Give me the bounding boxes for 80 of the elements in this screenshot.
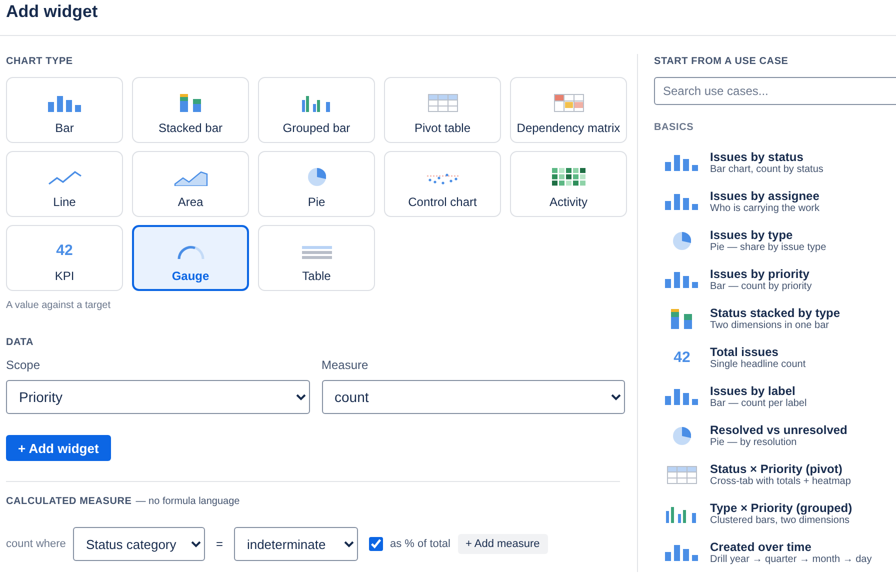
grouped-bar-icon	[666, 504, 698, 522]
line-chart-icon	[48, 170, 82, 186]
use-case-title[interactable]: Issues by type	[710, 228, 826, 242]
chart-type-tile[interactable]: Dependency matrix	[510, 77, 627, 143]
use-case-description: Bar — count by priority	[710, 280, 812, 292]
chart-type-tile[interactable]: Grouped bar	[258, 77, 375, 143]
pie-chart-icon	[673, 232, 691, 250]
use-case-description: Single headline count	[710, 358, 806, 370]
use-case-description: Bar chart, count by status	[710, 164, 824, 176]
kpi-number: 42	[56, 242, 73, 260]
use-case-title[interactable]: Status × Priority (pivot)	[710, 462, 851, 476]
bar-chart-icon	[665, 193, 699, 210]
use-case-title[interactable]: Issues by status	[710, 150, 824, 164]
measure-dropdown[interactable]: count	[322, 380, 625, 414]
dialog-title: Add widget	[0, 0, 896, 36]
value-dropdown[interactable]: indeterminate	[234, 527, 358, 561]
bar-chart-icon	[665, 388, 699, 405]
heatmap-icon	[552, 168, 586, 186]
scope-dropdown[interactable]: Priority	[6, 380, 310, 414]
chart-type-tile[interactable]: Bar	[6, 77, 123, 143]
use-case-title[interactable]: Issues by assignee	[710, 188, 820, 202]
grouped-bar-icon	[302, 94, 332, 112]
group-heading: BASICS	[654, 122, 695, 133]
use-case-description: Cross-tab with totals + heatmap	[710, 476, 851, 488]
table-icon	[667, 466, 697, 484]
use-case-description: Two dimensions in one bar	[710, 320, 829, 332]
field-dropdown[interactable]: Status category	[72, 527, 205, 561]
percent-checkbox[interactable]	[368, 537, 383, 551]
chart-type-tile[interactable]: Table	[258, 225, 375, 291]
kpi-number: 42	[674, 348, 690, 366]
chart-type-tile[interactable]: Gauge	[132, 225, 249, 291]
section-heading: DATA	[6, 337, 34, 348]
matrix-icon	[554, 94, 584, 112]
field-label: Scope	[6, 358, 42, 372]
chart-type-tile[interactable]: Pie	[258, 151, 375, 217]
bar-chart-icon	[665, 271, 699, 288]
chart-type-hint: A value against a target	[6, 300, 112, 311]
search-field[interactable]: Search use cases...	[654, 77, 896, 105]
use-case-title[interactable]: Issues by priority	[710, 266, 812, 280]
pie-chart-icon	[308, 168, 326, 186]
section-heading: CALCULATED MEASURE	[6, 496, 132, 507]
use-case-description: Pie — share by issue type	[710, 242, 826, 254]
table-icon	[428, 94, 458, 112]
use-case-description: Who is carrying the work	[710, 202, 820, 214]
operator: =	[216, 537, 223, 551]
stacked-bar-icon	[671, 308, 693, 328]
area-chart-icon	[174, 170, 208, 186]
field-label: Measure	[322, 358, 370, 372]
use-case-title[interactable]: Status stacked by type	[710, 306, 840, 320]
use-case-description: Clustered bars, two dimensions	[710, 514, 851, 526]
scatter-chart-icon	[426, 172, 458, 186]
use-case-description: Pie — by resolution	[710, 436, 798, 448]
add-measure-button[interactable]: + Add measure	[458, 534, 548, 554]
use-case-title[interactable]: Issues by label	[710, 384, 807, 398]
chart-type-tile[interactable]: Area	[132, 151, 249, 217]
stacked-bar-icon	[180, 94, 202, 112]
add-widget-button[interactable]: + Add widget	[6, 435, 111, 461]
table-icon	[302, 246, 332, 260]
use-case-description: Bar — count per label	[710, 398, 807, 410]
chart-type-tile[interactable]: Activity	[510, 151, 627, 217]
formula-prefix: count where	[6, 538, 66, 550]
section-heading: CHART TYPE	[6, 56, 74, 67]
chart-type-tile[interactable]: 42 KPI	[6, 225, 123, 291]
use-case-title[interactable]: Created over time	[710, 540, 872, 554]
chart-type-tile[interactable]: Pivot table	[384, 77, 501, 143]
section-heading: START FROM A USE CASE	[654, 56, 790, 67]
use-case-title[interactable]: Type × Priority (grouped)	[710, 500, 852, 514]
bar-chart-icon	[665, 544, 699, 561]
pie-chart-icon	[673, 426, 691, 444]
section-note: — no formula language	[136, 496, 240, 507]
chart-type-tile[interactable]: Control chart	[384, 151, 501, 217]
gauge-icon	[176, 244, 206, 260]
chart-type-tile[interactable]: Line	[6, 151, 123, 217]
checkbox-label: as % of total	[390, 538, 450, 550]
chart-type-tile[interactable]: Stacked bar	[132, 77, 249, 143]
use-case-description: Drill year → quarter → month → day	[710, 554, 872, 566]
bar-chart-icon	[665, 154, 699, 171]
bar-chart-icon	[48, 94, 82, 112]
use-case-title[interactable]: Resolved vs unresolved	[710, 422, 848, 436]
use-case-title[interactable]: Total issues	[710, 344, 806, 358]
